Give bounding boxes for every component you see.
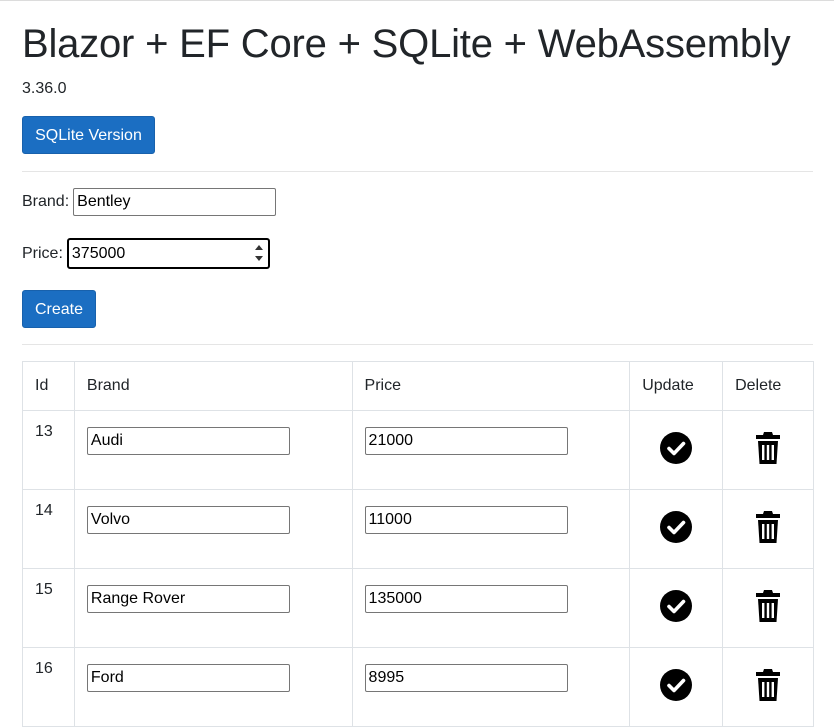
column-header-brand: Brand [73,361,353,411]
table-row: 14 Volvo 11000 [22,489,814,569]
column-header-id: Id [22,361,75,411]
check-circle-icon[interactable] [660,431,693,469]
row-id: 14 [22,489,75,569]
price-cell: 8995 [351,647,631,727]
sqlite-version-button[interactable]: SQLite Version [22,116,155,154]
table-row: 13 Audi 21000 [22,410,814,490]
price-input[interactable]: 375000 [66,238,270,269]
row-brand-input[interactable]: Range Rover [86,585,290,613]
price-cell: 135000 [351,568,631,648]
update-cell [629,489,724,569]
table-header-row: Id Brand Price Update Delete [22,361,814,411]
check-circle-icon[interactable] [660,510,693,548]
price-cell: 21000 [351,410,631,490]
row-price-input[interactable]: 135000 [364,585,568,613]
price-value: 375000 [71,244,126,262]
brand-label: Brand: [22,193,70,210]
divider [22,344,813,345]
row-brand-input[interactable]: Volvo [86,506,290,534]
brand-cell: Ford [73,647,353,727]
number-spinner[interactable] [254,243,264,265]
update-cell [629,410,724,490]
price-row: Price: 375000 [22,238,813,269]
row-price-input[interactable]: 11000 [364,506,568,534]
trash-icon[interactable] [756,668,781,706]
page: Blazor + EF Core + SQLite + WebAssembly … [0,1,834,727]
brand-cell: Volvo [73,489,353,569]
row-id: 16 [22,647,75,727]
row-price-input[interactable]: 8995 [364,664,568,692]
update-cell [629,647,724,727]
delete-cell [722,568,814,648]
trash-icon[interactable] [756,510,781,548]
column-header-delete: Delete [722,361,814,411]
divider [22,171,813,172]
check-circle-icon[interactable] [660,668,693,706]
table-row: 16 Ford 8995 [22,647,814,727]
delete-cell [722,489,814,569]
column-header-price: Price [351,361,631,411]
trash-icon[interactable] [756,589,781,627]
page-title: Blazor + EF Core + SQLite + WebAssembly [22,22,791,66]
spin-up-icon[interactable] [254,245,263,250]
brand-input[interactable]: Bentley [73,188,277,216]
update-cell [629,568,724,648]
delete-cell [722,647,814,727]
row-id: 13 [22,410,75,490]
delete-cell [722,410,814,490]
brand-row: Brand: Bentley [22,188,813,216]
price-cell: 11000 [351,489,631,569]
brand-cell: Audi [73,410,353,490]
row-brand-input[interactable]: Ford [86,664,290,692]
brand-cell: Range Rover [73,568,353,648]
trash-icon[interactable] [756,431,781,469]
row-brand-input[interactable]: Audi [86,427,290,455]
column-header-update: Update [629,361,724,411]
table-row: 15 Range Rover 135000 [22,568,814,648]
check-circle-icon[interactable] [660,589,693,627]
sqlite-version-text: 3.36.0 [22,80,67,97]
cars-table: Id Brand Price Update Delete 13 Audi 210… [22,361,814,727]
create-button[interactable]: Create [22,290,96,328]
row-price-input[interactable]: 21000 [364,427,568,455]
row-id: 15 [22,568,75,648]
spin-down-icon[interactable] [254,256,263,261]
price-label: Price: [22,244,63,262]
